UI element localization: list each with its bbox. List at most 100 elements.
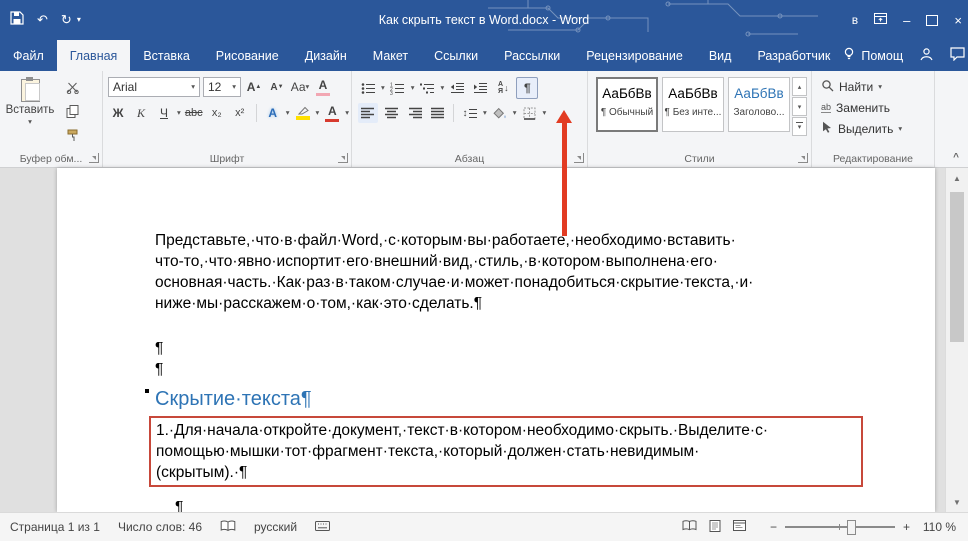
tab-view[interactable]: Вид [696,40,745,71]
style-no-spacing[interactable]: АаБбВв ¶ Без инте... [662,77,724,132]
ribbon-display-options-icon[interactable] [874,11,887,29]
font-color-icon[interactable]: А [322,103,342,123]
format-painter-icon[interactable] [62,125,82,145]
close-button[interactable]: × [954,13,962,28]
style-normal[interactable]: АаБбВв ¶ Обычный [596,77,658,132]
sort-icon[interactable]: АЯ↓ [493,78,513,98]
tab-home[interactable]: Главная [57,40,131,71]
shrink-font-icon[interactable]: А▼ [267,77,287,97]
zoom-in-icon[interactable]: + [903,520,910,534]
style-heading1[interactable]: АаБбВв Заголово... [728,77,790,132]
cut-icon[interactable] [62,77,82,97]
zoom-level[interactable]: 110 % [918,520,956,534]
collapse-ribbon-icon[interactable]: ^ [953,152,959,163]
document-page[interactable]: Представьте,·что·в·файл·Word,·с·которым·… [57,168,935,512]
superscript-button[interactable]: x² [230,103,250,123]
zoom-slider-thumb[interactable] [847,520,856,535]
copy-icon[interactable] [62,101,82,121]
show-formatting-marks-button[interactable]: ¶ [516,77,538,99]
tab-mailings[interactable]: Рассылки [491,40,573,71]
dialog-launcher-icon[interactable] [89,153,99,163]
titlebar-decoration [488,0,818,40]
tab-file[interactable]: Файл [0,40,57,71]
tell-me-button[interactable]: Помощ [843,47,903,64]
word-count[interactable]: Число слов: 46 [118,520,202,534]
bullets-icon[interactable] [358,78,378,98]
text-effects-caret-icon[interactable]: ▾ [286,109,290,117]
styles-scroll-up-icon[interactable]: ▴ [792,77,807,96]
replace-button[interactable]: ab Заменить [812,97,934,118]
borders-icon[interactable] [520,103,540,123]
borders-caret-icon[interactable]: ▾ [543,109,547,117]
select-button[interactable]: Выделить ▾ [812,118,934,139]
vertical-scrollbar[interactable]: ▲ ▼ [945,168,968,512]
align-center-icon[interactable] [381,103,401,123]
scroll-up-icon[interactable]: ▲ [946,168,968,188]
grow-font-icon[interactable]: А▲ [244,77,264,97]
strikethrough-button[interactable]: abc [184,103,204,123]
italic-button[interactable]: К [131,103,151,123]
zoom-out-icon[interactable]: − [770,520,777,534]
styles-more-icon[interactable]: ▾ [792,117,807,136]
read-mode-icon[interactable] [682,520,697,534]
shading-icon[interactable] [490,103,510,123]
font-color-caret-icon[interactable]: ▾ [345,109,349,117]
tab-review[interactable]: Рецензирование [573,40,696,71]
align-right-icon[interactable] [404,103,424,123]
dialog-launcher-icon[interactable] [574,153,584,163]
dialog-launcher-icon[interactable] [798,153,808,163]
dialog-launcher-icon[interactable] [338,153,348,163]
tab-references[interactable]: Ссылки [421,40,491,71]
minimize-button[interactable]: – [903,13,910,28]
change-case-icon[interactable]: Аа▾ [290,77,310,97]
find-button[interactable]: Найти ▾ [812,76,934,97]
shading-caret-icon[interactable]: ▾ [513,109,517,117]
tab-design[interactable]: Дизайн [292,40,360,71]
multilevel-list-icon[interactable] [418,78,438,98]
numbering-caret-icon[interactable]: ▾ [411,84,415,92]
numbering-icon[interactable]: 123 [388,78,408,98]
decrease-indent-icon[interactable] [447,78,467,98]
redo-icon[interactable]: ↻ [61,12,72,28]
text-effects-icon[interactable]: A [263,103,283,123]
underline-button[interactable]: Ч [154,103,174,123]
font-size-combo[interactable]: 12 ▾ [203,77,241,97]
align-left-icon[interactable] [358,103,378,123]
comments-icon[interactable] [950,47,965,64]
scrollbar-thumb[interactable] [950,192,964,342]
increase-indent-icon[interactable] [470,78,490,98]
bold-button[interactable]: Ж [108,103,128,123]
signin-label[interactable]: в [852,13,858,27]
account-icon[interactable] [919,47,934,64]
annotation-arrow-head [556,110,572,123]
scroll-down-icon[interactable]: ▼ [946,492,968,512]
bullets-caret-icon[interactable]: ▾ [381,84,385,92]
page-indicator[interactable]: Страница 1 из 1 [10,520,100,534]
highlight-caret-icon[interactable]: ▾ [316,109,320,117]
zoom-slider[interactable] [785,526,895,528]
web-layout-icon[interactable] [733,520,746,534]
keyboard-icon[interactable] [315,520,330,534]
paste-button[interactable]: Вставить ▾ [6,77,54,143]
tab-developer[interactable]: Разработчик [744,40,843,71]
maximize-button[interactable] [926,15,938,26]
save-icon[interactable] [10,11,24,30]
clear-formatting-icon[interactable]: А [313,77,333,97]
multilevel-caret-icon[interactable]: ▾ [441,84,445,92]
undo-icon[interactable]: ↶ [37,12,48,28]
customize-qat-icon[interactable]: ▾ [77,16,81,24]
tab-draw[interactable]: Рисование [203,40,292,71]
highlight-color-icon[interactable] [293,103,313,123]
underline-caret-icon[interactable]: ▾ [177,109,181,117]
line-spacing-icon[interactable]: ↕ [460,103,480,123]
justify-icon[interactable] [427,103,447,123]
font-family-combo[interactable]: Arial ▾ [108,77,200,97]
line-spacing-caret-icon[interactable]: ▾ [483,109,487,117]
styles-scroll-down-icon[interactable]: ▾ [792,97,807,116]
language-indicator[interactable]: русский [254,520,297,534]
proofing-icon[interactable] [220,520,236,535]
tab-layout[interactable]: Макет [360,40,421,71]
subscript-button[interactable]: x₂ [207,103,227,123]
tab-insert[interactable]: Вставка [130,40,202,71]
print-layout-icon[interactable] [709,520,721,535]
